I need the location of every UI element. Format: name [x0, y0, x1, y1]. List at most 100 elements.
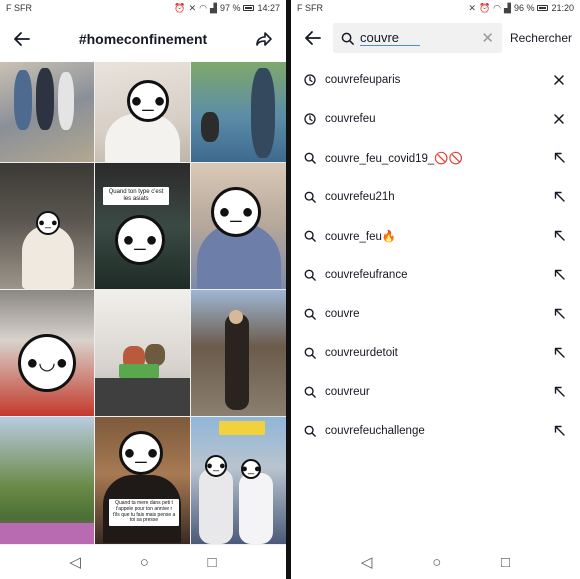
suggestion-label: couvrefeufrance — [325, 268, 408, 281]
clear-search-button[interactable]: ✕ — [481, 29, 494, 47]
fill-query-button[interactable] — [552, 151, 566, 165]
status-bar: F SFR ✕ ⏰ ◠ ▟ 96 % 21:20 — [291, 0, 580, 16]
arrow-left-icon — [305, 31, 321, 45]
suggestion-label: couvre — [325, 307, 360, 320]
suggestion-label: couvrefeuchallenge — [325, 424, 425, 437]
magnifier-icon — [303, 385, 317, 399]
system-nav-bar: ◁ ○ □ — [0, 545, 286, 579]
magnifier-icon — [303, 190, 317, 204]
fill-query-button[interactable] — [552, 346, 566, 360]
suggestion-item[interactable]: couvre_feu🔥 — [291, 216, 580, 255]
fill-query-button[interactable] — [552, 385, 566, 399]
video-thumbnail[interactable]: ●_● — [191, 163, 286, 289]
clock-icon — [303, 73, 317, 87]
back-button[interactable] — [10, 27, 34, 51]
video-thumbnail[interactable] — [0, 62, 94, 162]
wifi-icon: ◠ — [199, 2, 208, 13]
suggestion-item[interactable]: couvreurdetoit — [291, 333, 580, 372]
face-emoji-icon: ●_● — [241, 459, 261, 479]
suggestion-item[interactable]: couvre_feu_covid19_🚫🚫 — [291, 138, 580, 177]
battery-icon — [243, 5, 255, 11]
arrow-up-left-icon — [554, 230, 565, 241]
circle-home-icon[interactable]: ○ — [432, 554, 441, 571]
suggestion-item[interactable]: couvrefeu21h — [291, 177, 580, 216]
suggestion-label: couvrefeuparis — [325, 73, 401, 86]
magnifier-icon — [303, 346, 317, 360]
fill-query-button[interactable] — [552, 229, 566, 243]
search-screen: F SFR ✕ ⏰ ◠ ▟ 96 % 21:20 couvre ✕ Recher… — [291, 0, 580, 579]
mute-icon: ✕ — [468, 2, 476, 13]
triangle-back-icon[interactable]: ◁ — [69, 553, 81, 571]
video-thumbnail[interactable] — [95, 290, 190, 416]
carrier-label: F SFR — [297, 3, 323, 13]
battery-percent: 96 % — [513, 3, 535, 13]
video-thumbnail[interactable]: ●_● — [0, 163, 94, 289]
mute-icon: ✕ — [188, 2, 197, 13]
fill-query-button[interactable] — [552, 307, 566, 321]
arrow-up-left-icon — [554, 191, 565, 202]
alarm-icon: ⏰ — [478, 2, 491, 13]
search-value-wrap: couvre — [360, 30, 475, 46]
clock-icon — [303, 112, 317, 126]
carrier-label: F SFR — [6, 3, 32, 13]
share-button[interactable] — [252, 27, 276, 51]
arrow-up-left-icon — [554, 308, 565, 319]
video-thumbnail[interactable]: ●_● — [95, 62, 190, 162]
circle-home-icon[interactable]: ○ — [140, 554, 149, 571]
close-icon — [554, 74, 564, 85]
arrow-up-left-icon — [554, 269, 565, 280]
magnifier-icon — [341, 32, 354, 45]
clock-time: 21:20 — [551, 3, 574, 13]
back-button[interactable] — [301, 26, 325, 50]
video-thumbnail[interactable]: Quand ton type c'est les asiats ●_● — [95, 163, 190, 289]
triangle-back-icon[interactable]: ◁ — [361, 553, 373, 571]
video-thumbnail[interactable]: ●_● Quand ta mere dans peti t t'appele p… — [95, 417, 190, 544]
arrow-up-left-icon — [554, 425, 565, 436]
face-emoji-icon: ●_● — [36, 211, 60, 235]
video-caption: Quand ton type c'est les asiats — [103, 187, 169, 205]
face-emoji-icon: ●_● — [127, 80, 169, 122]
magnifier-icon — [303, 268, 317, 282]
clock-time: 14:27 — [257, 3, 280, 13]
magnifier-icon — [303, 307, 317, 321]
suggestion-item[interactable]: couvrefeu — [291, 99, 580, 138]
battery-percent: 97 % — [219, 3, 241, 13]
suggestion-item[interactable]: couvre — [291, 294, 580, 333]
arrow-left-icon — [14, 32, 30, 46]
fill-query-button[interactable] — [552, 268, 566, 282]
signal-icon: ▟ — [504, 2, 511, 13]
search-submit-button[interactable]: Rechercher — [510, 31, 572, 45]
suggestion-item[interactable]: couvrefeufrance — [291, 255, 580, 294]
video-thumbnail[interactable] — [191, 290, 286, 416]
status-bar: F SFR ⏰ ✕ ◠ ▟ 97 % 14:27 — [0, 0, 286, 16]
square-recent-icon[interactable]: □ — [501, 554, 510, 571]
remove-history-button[interactable] — [552, 112, 566, 126]
suggestion-label: couvrefeu21h — [325, 190, 395, 203]
suggestion-item[interactable]: couvreur — [291, 372, 580, 411]
hashtag-header: #homeconfinement — [0, 16, 286, 62]
suggestion-list: couvrefeuparis couvrefeu couvre_feu_covid1… — [291, 60, 580, 450]
video-thumbnail[interactable]: ●_● ●_● — [191, 417, 286, 544]
search-value[interactable]: couvre — [360, 30, 420, 46]
face-emoji-icon: ●_● — [119, 431, 163, 475]
wifi-icon: ◠ — [493, 2, 502, 13]
video-thumbnail[interactable] — [0, 417, 94, 544]
face-emoji-icon: ●◡● — [18, 334, 76, 392]
suggestion-item[interactable]: couvrefeuchallenge — [291, 411, 580, 450]
suggestion-label: couvrefeu — [325, 112, 376, 125]
remove-history-button[interactable] — [552, 73, 566, 87]
square-recent-icon[interactable]: □ — [208, 554, 217, 571]
search-input[interactable]: couvre ✕ — [333, 23, 502, 53]
video-thumbnail[interactable] — [191, 62, 286, 162]
video-thumbnail[interactable]: ●◡● — [0, 290, 94, 416]
fill-query-button[interactable] — [552, 190, 566, 204]
suggestion-item[interactable]: couvrefeuparis — [291, 60, 580, 99]
hashtag-screen: F SFR ⏰ ✕ ◠ ▟ 97 % 14:27 #homeconfinemen… — [0, 0, 286, 579]
arrow-up-left-icon — [554, 347, 565, 358]
video-caption-label — [219, 421, 265, 435]
suggestion-label: couvreurdetoit — [325, 346, 398, 359]
fill-query-button[interactable] — [552, 424, 566, 438]
share-arrow-icon — [256, 32, 272, 46]
suggestion-label: couvreur — [325, 385, 370, 398]
suggestion-label: couvre_feu_covid19_🚫🚫 — [325, 152, 463, 165]
